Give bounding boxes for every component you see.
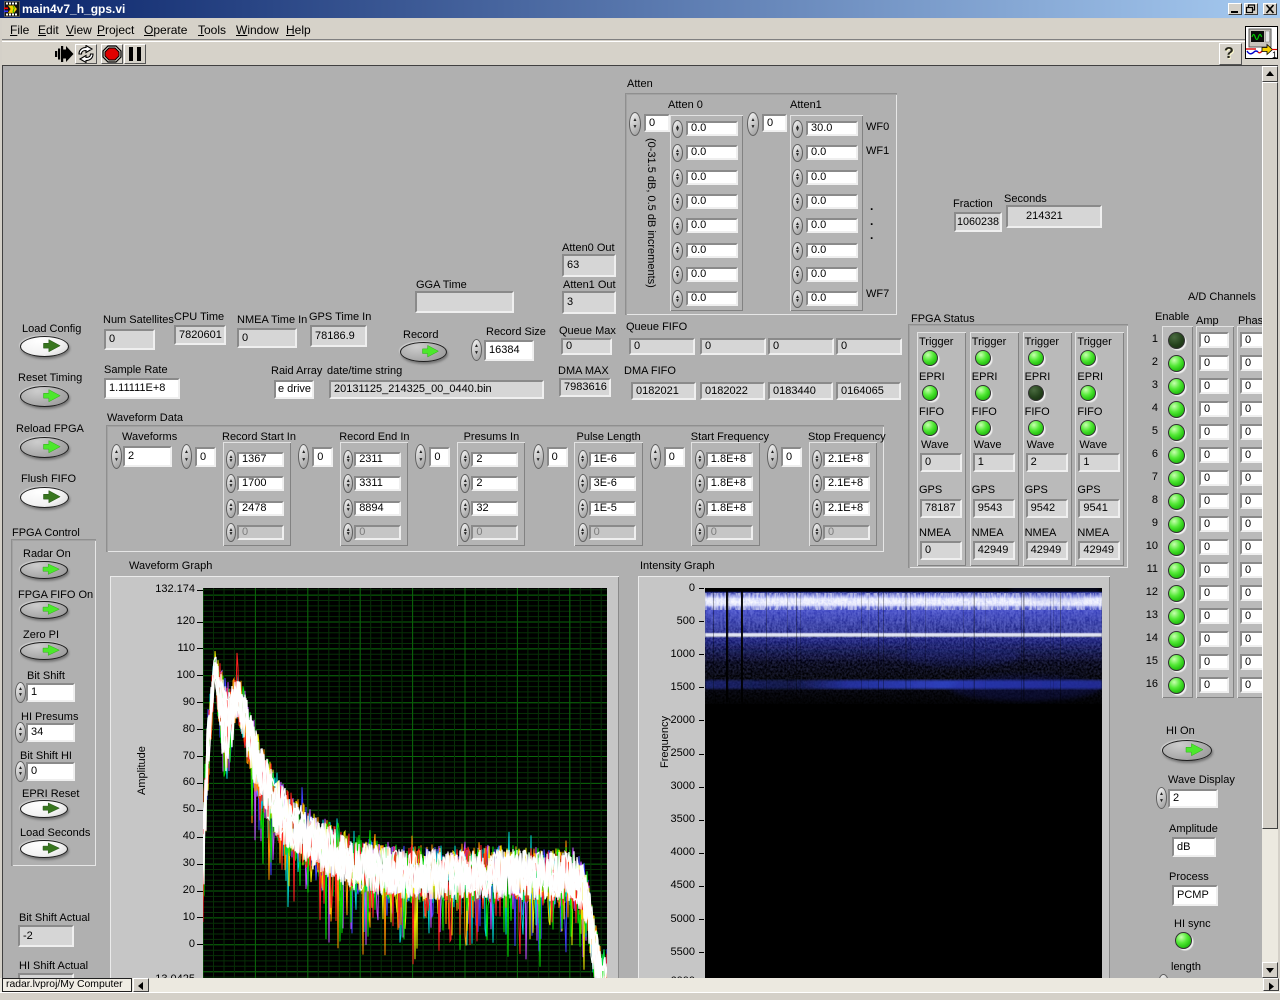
svg-text:1: 1 — [1272, 50, 1277, 58]
